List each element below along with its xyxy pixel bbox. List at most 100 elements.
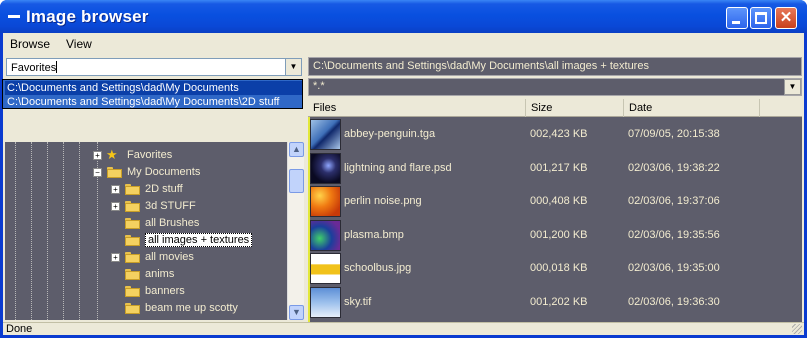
chevron-down-icon[interactable]: ▼ xyxy=(285,59,301,75)
file-size-cell: 000,018 KB xyxy=(530,262,588,274)
maximize-button[interactable] xyxy=(750,7,772,29)
tree-item-label: banners xyxy=(145,285,185,297)
file-list-header: Files Size Date xyxy=(308,99,802,117)
tree-item-label: beam me up scotty xyxy=(145,302,238,314)
tree-item[interactable]: +2D stuff xyxy=(5,181,287,198)
folder-icon xyxy=(125,286,140,297)
scroll-thumb[interactable] xyxy=(289,169,304,193)
filter-combo[interactable]: *.* ▼ xyxy=(308,78,802,96)
folder-icon xyxy=(125,252,140,263)
folder-icon xyxy=(125,201,140,212)
tree-item-label: My Documents xyxy=(127,166,201,178)
dropdown-option[interactable]: C:\Documents and Settings\dad\My Documen… xyxy=(5,81,302,95)
file-row[interactable]: abbey-penguin.tga 002,423 KB 07/09/05, 20:… xyxy=(308,118,802,151)
system-menu-icon[interactable] xyxy=(8,15,20,18)
location-combo-value: Favorites xyxy=(11,62,57,74)
status-text: Done xyxy=(6,323,33,335)
file-row[interactable]: schoolbus.jpg 000,018 KB 02/03/06, 19:35:0… xyxy=(308,252,802,285)
file-name-cell: schoolbus.jpg xyxy=(344,262,412,274)
close-icon: ✕ xyxy=(779,9,793,26)
text-cursor xyxy=(56,61,58,73)
tree-item-label: all Brushes xyxy=(145,217,200,229)
file-thumbnail[interactable] xyxy=(310,286,341,318)
file-row[interactable]: sky.tif 001,202 KB 02/03/06, 19:36:30 xyxy=(308,286,802,319)
file-size-cell: 002,423 KB xyxy=(530,128,588,140)
expand-icon[interactable]: + xyxy=(111,185,120,194)
file-name-cell: plasma.bmp xyxy=(344,228,404,241)
file-thumbnail[interactable] xyxy=(310,186,341,217)
column-header-size[interactable]: Size xyxy=(526,99,624,117)
file-list: Files Size Date abbey-penguin.tga 002,423… xyxy=(308,99,802,322)
file-date-cell: 02/03/06, 19:37:06 xyxy=(628,195,720,207)
file-row[interactable]: lightning and flare.psd 001,217 KB 02/03/0… xyxy=(308,152,802,185)
file-row[interactable]: plasma.bmp 001,200 KB 02/03/06, 19:35:56 xyxy=(308,219,802,252)
status-bar: Done xyxy=(3,322,804,335)
file-size-cell: 001,202 KB xyxy=(530,295,588,308)
file-date-cell: 02/03/06, 19:38:22 xyxy=(628,161,720,174)
file-thumbnail[interactable] xyxy=(310,152,341,184)
tree-item[interactable]: all Brushes xyxy=(5,215,287,232)
star-icon: ★ xyxy=(106,147,118,162)
file-thumbnail[interactable] xyxy=(310,253,341,284)
close-button[interactable]: ✕ xyxy=(775,7,797,29)
tree-item-label: 3d STUFF xyxy=(145,200,196,212)
tree-item-label: Dad xyxy=(145,319,165,320)
path-bar[interactable]: C:\Documents and Settings\dad\My Documen… xyxy=(308,57,802,76)
tree-item[interactable]: − My Documents xyxy=(5,164,287,181)
title-bar[interactable]: Image browser ✕ xyxy=(0,0,807,33)
file-size-cell: 001,200 KB xyxy=(530,228,588,241)
tree-item[interactable]: beam me up scotty xyxy=(5,300,287,317)
tree-item-label: all images + textures xyxy=(145,233,253,247)
tree-item[interactable]: banners xyxy=(5,283,287,300)
tree-item[interactable]: all images + textures xyxy=(5,232,287,249)
scroll-down-arrow-icon[interactable]: ▼ xyxy=(289,305,304,320)
tree-item-label: Favorites xyxy=(127,149,173,161)
window-title: Image browser xyxy=(26,7,149,26)
tree-item[interactable]: + all movies xyxy=(5,249,287,266)
file-pane: C:\Documents and Settings\dad\My Documen… xyxy=(308,57,803,322)
expand-icon[interactable]: + xyxy=(93,151,102,160)
menu-bar: Browse View xyxy=(3,33,804,55)
file-name-cell: lightning and flare.psd xyxy=(344,161,452,174)
app-window: Image browser ✕ Browse View Favorites ▼ … xyxy=(0,0,807,338)
column-header-files[interactable]: Files xyxy=(308,99,526,117)
dropdown-option[interactable]: C:\Documents and Settings\dad\My Documen… xyxy=(5,95,302,109)
minimize-button[interactable] xyxy=(726,7,748,29)
folder-tree: + ★ Favorites − My Documents +2D stuff +3d STU… xyxy=(5,142,287,320)
file-thumbnail[interactable] xyxy=(310,119,341,150)
column-header-date[interactable]: Date xyxy=(624,99,760,117)
open-folder-icon xyxy=(125,235,140,246)
path-bar-value: C:\Documents and Settings\dad\My Documen… xyxy=(313,60,649,72)
collapse-icon[interactable]: − xyxy=(93,168,102,177)
maximize-icon xyxy=(755,12,767,24)
folder-icon xyxy=(125,303,140,314)
scroll-up-arrow-icon[interactable]: ▲ xyxy=(289,142,304,157)
file-row[interactable]: perlin noise.png 000,408 KB 02/03/06, 19:3… xyxy=(308,185,802,218)
tree-item[interactable]: +Dad xyxy=(5,317,287,320)
file-date-cell: 02/03/06, 19:35:56 xyxy=(628,228,720,241)
expand-icon[interactable]: + xyxy=(111,253,120,262)
expand-icon[interactable]: + xyxy=(111,202,120,211)
tree-item-label: anims xyxy=(145,268,175,280)
location-combo[interactable]: Favorites ▼ xyxy=(6,58,302,76)
tree-item-label: all movies xyxy=(145,251,194,263)
tree-scrollbar[interactable]: ▲ ▼ xyxy=(287,142,304,320)
tree-item[interactable]: anims xyxy=(5,266,287,283)
filter-combo-value: *.* xyxy=(313,80,325,92)
chevron-down-icon[interactable]: ▼ xyxy=(784,79,801,95)
location-dropdown-list: C:\Documents and Settings\dad\My Documen… xyxy=(2,79,303,109)
file-name-cell: abbey-penguin.tga xyxy=(344,128,436,140)
menu-view[interactable]: View xyxy=(66,37,92,51)
menu-browse[interactable]: Browse xyxy=(10,37,50,51)
tree-item[interactable]: + ★ Favorites xyxy=(5,147,287,164)
file-date-cell: 02/03/06, 19:35:00 xyxy=(628,262,720,274)
open-folder-icon xyxy=(107,167,122,178)
file-date-cell: 07/09/05, 20:15:38 xyxy=(628,128,720,140)
tree-item[interactable]: +3d STUFF xyxy=(5,198,287,215)
file-date-cell: 02/03/06, 19:36:30 xyxy=(628,295,720,308)
file-name-cell: sky.tif xyxy=(344,295,372,308)
resize-grip-icon[interactable] xyxy=(792,324,802,334)
minimize-icon xyxy=(732,21,740,24)
file-name-cell: perlin noise.png xyxy=(344,195,422,207)
file-thumbnail[interactable] xyxy=(310,219,341,251)
